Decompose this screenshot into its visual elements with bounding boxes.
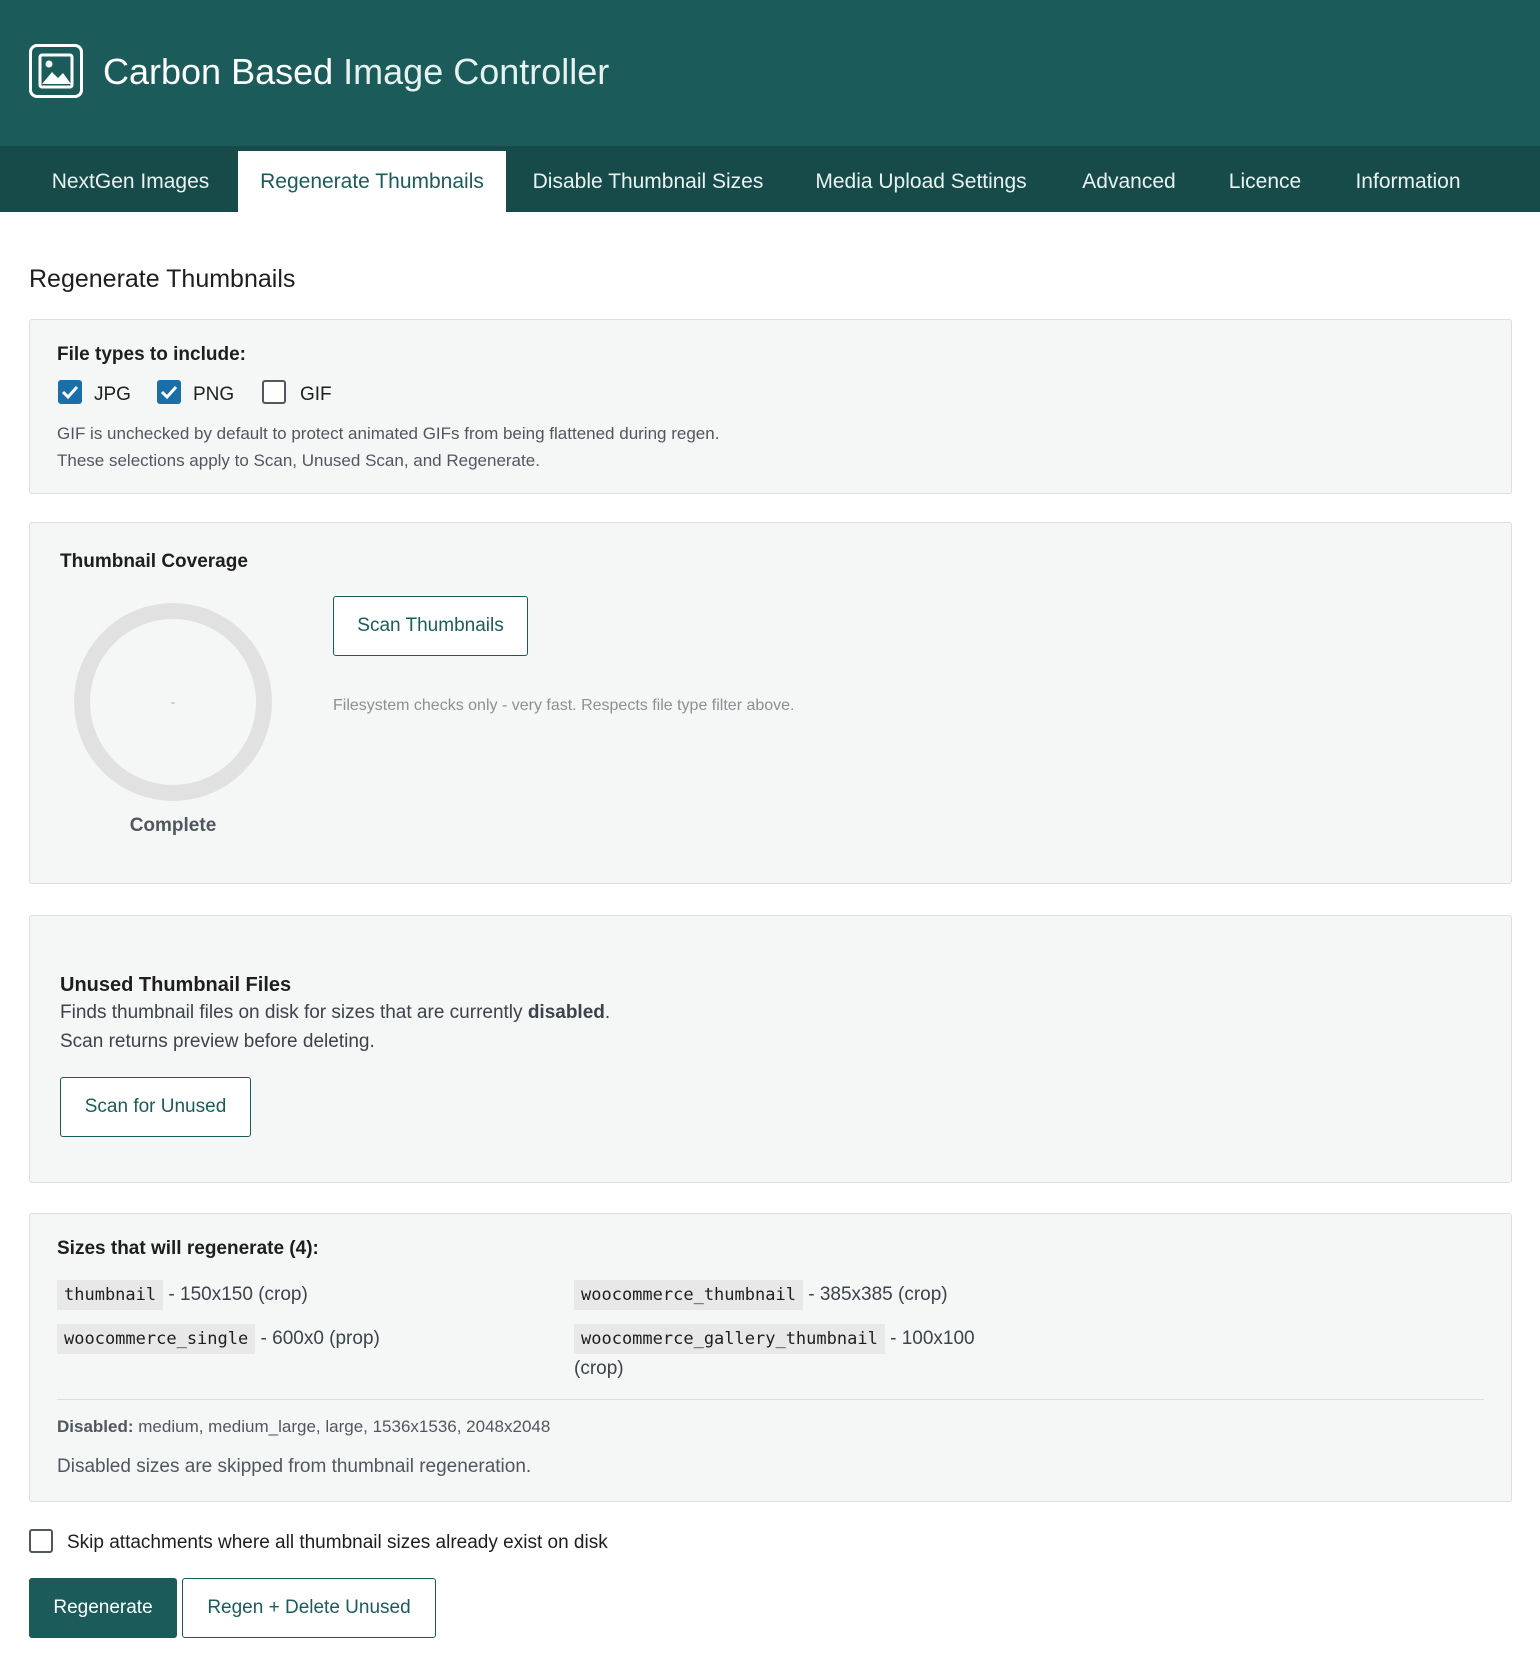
unused-description-2: Scan returns preview before deleting. [60, 1031, 375, 1052]
size-item: woocommerce_gallery_thumbnail - 100x100 [574, 1324, 975, 1354]
tab-information[interactable]: Information [1338, 151, 1478, 212]
image-icon [29, 44, 83, 98]
size-desc-wrap: (crop) [574, 1358, 624, 1379]
size-desc: - 385x385 (crop) [808, 1284, 948, 1305]
page-title: Regenerate Thumbnails [29, 265, 296, 293]
tab-nextgen-images[interactable]: NextGen Images [29, 151, 232, 212]
gif-checkbox[interactable] [262, 380, 286, 404]
unused-description-bold: disabled [527, 1002, 605, 1023]
tab-regenerate-thumbnails[interactable]: Regenerate Thumbnails [238, 151, 506, 212]
size-desc: - 600x0 (prop) [260, 1328, 380, 1349]
disabled-list: medium, medium_large, large, 1536x1536, … [138, 1417, 551, 1436]
disabled-sizes-note: Disabled sizes are skipped from thumbnai… [57, 1456, 532, 1477]
file-types-note-2: These selections apply to Scan, Unused S… [57, 451, 540, 470]
size-name: woocommerce_thumbnail [574, 1280, 803, 1310]
coverage-ring-value: - [171, 695, 175, 709]
sizes-panel: Sizes that will regenerate (4): thumbnai… [29, 1213, 1512, 1502]
unused-description: Finds thumbnail files on disk for sizes … [60, 1002, 610, 1024]
file-types-heading: File types to include: [57, 344, 246, 365]
gif-label: GIF [300, 384, 332, 405]
skip-existing-checkbox[interactable] [29, 1529, 53, 1553]
regen-delete-unused-button[interactable]: Regen + Delete Unused [182, 1578, 436, 1638]
check-icon [160, 385, 178, 400]
size-item: woocommerce_single - 600x0 (prop) [57, 1324, 380, 1354]
coverage-panel: Thumbnail Coverage - Complete Scan Thumb… [29, 522, 1512, 884]
disabled-sizes-line: Disabled: medium, medium_large, large, 1… [57, 1417, 550, 1437]
coverage-heading: Thumbnail Coverage [60, 551, 248, 572]
size-name: thumbnail [57, 1280, 164, 1310]
jpg-checkbox[interactable] [58, 380, 82, 404]
scan-thumbnails-button[interactable]: Scan Thumbnails [333, 596, 528, 656]
sizes-heading: Sizes that will regenerate (4): [57, 1238, 319, 1259]
png-checkbox[interactable] [157, 380, 181, 404]
divider [57, 1399, 1484, 1400]
unused-description-prefix: Finds thumbnail files on disk for sizes … [60, 1002, 528, 1023]
check-icon [61, 385, 79, 400]
size-name: woocommerce_gallery_thumbnail [574, 1324, 885, 1354]
regenerate-button[interactable]: Regenerate [29, 1578, 177, 1638]
app-title-bold: Carbon Based [103, 51, 334, 92]
coverage-ring-label: Complete [129, 815, 217, 836]
tab-advanced[interactable]: Advanced [1066, 151, 1192, 212]
jpg-label: JPG [94, 384, 131, 405]
tab-media-upload-settings[interactable]: Media Upload Settings [796, 151, 1046, 212]
tab-licence[interactable]: Licence [1212, 151, 1318, 212]
app-title-light: Image Controller [343, 51, 610, 92]
png-label: PNG [193, 384, 235, 405]
app-title: Carbon Based Image Controller [103, 52, 609, 92]
scan-thumbnails-note: Filesystem checks only - very fast. Resp… [333, 697, 795, 714]
coverage-ring: - [74, 603, 272, 801]
disabled-label: Disabled: [57, 1417, 134, 1436]
tab-bar: NextGen Images Regenerate Thumbnails Dis… [0, 146, 1540, 212]
unused-description-suffix: . [604, 1002, 611, 1023]
app-header: Carbon Based Image Controller [0, 0, 1540, 146]
size-desc: - 100x100 [890, 1328, 975, 1349]
skip-existing-label: Skip attachments where all thumbnail siz… [67, 1532, 608, 1553]
tab-disable-thumbnail-sizes[interactable]: Disable Thumbnail Sizes [510, 151, 786, 212]
unused-panel: Unused Thumbnail Files Finds thumbnail f… [29, 915, 1512, 1183]
size-desc: - 150x150 (crop) [168, 1284, 308, 1305]
unused-heading: Unused Thumbnail Files [60, 974, 292, 996]
size-name: woocommerce_single [57, 1324, 256, 1354]
file-types-note-1: GIF is unchecked by default to protect a… [57, 424, 720, 443]
size-item: woocommerce_thumbnail - 385x385 (crop) [574, 1280, 948, 1310]
scan-for-unused-button[interactable]: Scan for Unused [60, 1077, 251, 1137]
file-types-panel: File types to include: JPG PNG GIF GIF i… [29, 319, 1512, 494]
size-item: thumbnail - 150x150 (crop) [57, 1280, 308, 1310]
